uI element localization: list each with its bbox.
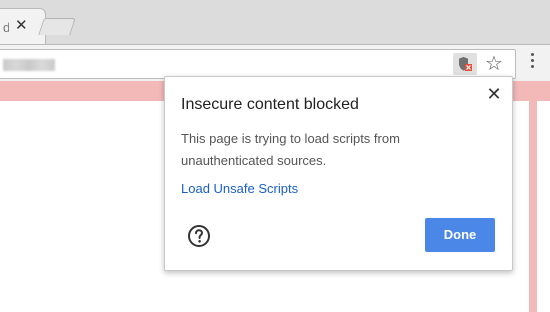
bookmark-star-icon[interactable]: ☆ xyxy=(483,52,505,76)
insecure-content-button[interactable] xyxy=(453,53,477,75)
tab-title: d xyxy=(3,20,9,35)
blurred-url xyxy=(3,59,55,71)
load-unsafe-scripts-link[interactable]: Load Unsafe Scripts xyxy=(181,181,298,196)
tab-close-icon[interactable]: ✕ xyxy=(15,17,28,35)
popup-message: This page is trying to load scripts from… xyxy=(181,131,400,168)
address-bar[interactable]: ☆ xyxy=(0,49,516,79)
help-icon[interactable] xyxy=(187,224,211,248)
page-right-margin xyxy=(537,101,550,312)
close-icon[interactable]: ✕ xyxy=(485,85,503,103)
done-button[interactable]: Done xyxy=(425,218,495,252)
new-tab-button[interactable] xyxy=(38,18,76,35)
insecure-shield-icon xyxy=(459,57,472,71)
popup-title: Insecure content blocked xyxy=(181,96,359,113)
insecure-content-popup: Insecure content blocked ✕ This page is … xyxy=(164,76,513,271)
active-tab[interactable]: d ✕ xyxy=(0,8,46,45)
tab-strip: d ✕ xyxy=(0,0,550,45)
kebab-menu-icon[interactable] xyxy=(526,53,538,73)
